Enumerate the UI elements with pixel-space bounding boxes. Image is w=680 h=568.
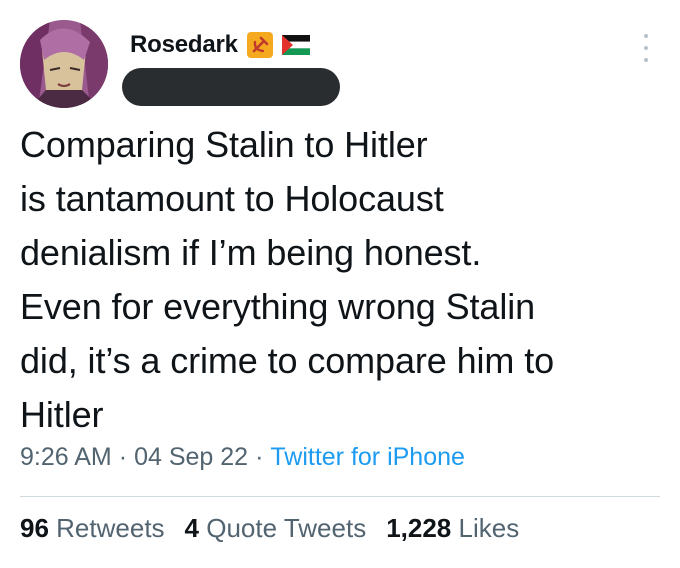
meta-separator: · bbox=[118, 443, 128, 471]
quote-tweets-count: 4 bbox=[184, 513, 200, 543]
tweet-text-line: Hitler bbox=[20, 394, 104, 435]
avatar[interactable] bbox=[20, 20, 108, 108]
redacted-handle bbox=[122, 68, 340, 106]
hammer-sickle-icon bbox=[246, 31, 274, 59]
tweet-text-line: is tantamount to Holocaust bbox=[20, 178, 444, 219]
display-name[interactable]: Rosedark bbox=[130, 31, 238, 59]
quote-tweets-stat[interactable]: 4 Quote Tweets bbox=[185, 513, 367, 544]
tweet-text-line: denialism if I’m being honest. bbox=[20, 232, 482, 273]
tweet-card: Rosedark Comparing Stalin to Hitler is t… bbox=[0, 0, 680, 568]
likes-stat[interactable]: 1,228 Likes bbox=[386, 513, 519, 544]
retweets-stat[interactable]: 96 Retweets bbox=[20, 513, 165, 544]
tweet-text-line: Comparing Stalin to Hitler bbox=[20, 124, 428, 165]
meta-separator: · bbox=[255, 443, 264, 471]
palestine-flag-icon bbox=[281, 31, 310, 59]
tweet-meta: 9:26 AM · 04 Sep 22 · Twitter for iPhone bbox=[20, 443, 465, 472]
retweets-label: Retweets bbox=[56, 513, 165, 543]
tweet-stats: 96 Retweets 4 Quote Tweets 1,228 Likes bbox=[20, 513, 519, 544]
likes-label: Likes bbox=[458, 513, 520, 543]
tweet-time[interactable]: 9:26 AM bbox=[20, 443, 112, 472]
retweets-count: 96 bbox=[20, 513, 49, 543]
quote-tweets-label: Quote Tweets bbox=[206, 513, 367, 543]
tweet-source-link[interactable]: Twitter for iPhone bbox=[270, 443, 465, 472]
more-options-icon[interactable] bbox=[642, 34, 650, 62]
author-name-row: Rosedark bbox=[130, 28, 310, 62]
divider bbox=[20, 496, 660, 497]
tweet-text: Comparing Stalin to Hitler is tantamount… bbox=[20, 118, 660, 442]
likes-count: 1,228 bbox=[386, 513, 452, 543]
tweet-date[interactable]: 04 Sep 22 bbox=[134, 443, 248, 472]
tweet-text-line: did, it’s a crime to compare him to bbox=[20, 340, 555, 381]
tweet-text-line: Even for everything wrong Stalin bbox=[20, 286, 536, 327]
